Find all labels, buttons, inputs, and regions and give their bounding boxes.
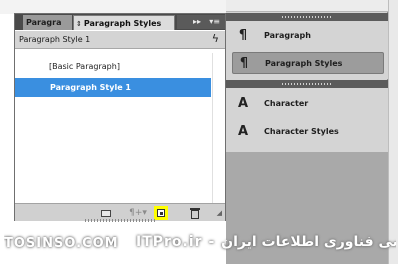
docked-panels: ¶ Paragraph ¶ Paragraph Styles A Charact… bbox=[226, 0, 398, 264]
dock-item-label: Paragraph bbox=[264, 31, 311, 40]
dock-item-character[interactable]: A Character bbox=[232, 93, 384, 115]
style-item-paragraph-style-1[interactable]: Paragraph Style 1 bbox=[15, 78, 211, 97]
folder-icon[interactable] bbox=[99, 207, 113, 219]
tab-bar-controls: ▸▸ ▾≡ bbox=[177, 15, 225, 29]
dock-item-label: Character Styles bbox=[264, 127, 339, 136]
dock-group-separator[interactable] bbox=[226, 13, 388, 21]
dock-edge-strip bbox=[388, 0, 398, 264]
character-styles-icon: A bbox=[237, 124, 249, 139]
dock-group-character: A Character A Character Styles bbox=[226, 88, 388, 152]
panel-menu-icon[interactable]: ▾≡ bbox=[209, 17, 220, 27]
current-style-label: Paragraph Style 1 bbox=[19, 35, 91, 44]
dock-item-character-styles[interactable]: A Character Styles bbox=[232, 121, 384, 143]
grip-dots bbox=[282, 16, 332, 18]
dock-group-separator[interactable] bbox=[226, 80, 388, 88]
panel-tab-bar: Paragra ⇕ Paragraph Styles ▸▸ ▾≡ bbox=[15, 14, 225, 30]
dock-top-strip bbox=[226, 0, 388, 12]
grip-dots bbox=[282, 83, 332, 85]
tab-paragraph[interactable]: Paragra bbox=[23, 15, 72, 30]
clear-overrides-icon[interactable]: ¶+▾ bbox=[125, 207, 151, 219]
trash-icon[interactable] bbox=[189, 207, 201, 219]
dock-group-paragraph: ¶ Paragraph ¶ Paragraph Styles bbox=[226, 21, 388, 79]
create-style-lightning-icon[interactable]: ϟ bbox=[212, 32, 219, 45]
tab-paragraph-styles-label: Paragraph Styles bbox=[83, 19, 162, 28]
style-item-basic-paragraph[interactable]: [Basic Paragraph] bbox=[15, 57, 211, 76]
dock-item-paragraph[interactable]: ¶ Paragraph bbox=[232, 25, 384, 47]
watermark-right: ITPro.ir - انجمن تخصصی فناوری اطلاعات ای… bbox=[136, 234, 396, 250]
folder-shape bbox=[101, 210, 111, 217]
trash-can bbox=[191, 210, 199, 219]
watermark-left: TOSINSO.COM bbox=[4, 236, 119, 251]
dock-item-label: Character bbox=[264, 99, 309, 108]
panel-content: Paragraph Style 1 ϟ [Basic Paragraph] Pa… bbox=[15, 30, 225, 204]
scrollbar[interactable] bbox=[212, 53, 224, 203]
character-icon: A bbox=[237, 96, 249, 111]
paragraph-styles-icon: ¶ bbox=[239, 56, 249, 71]
dock-item-label: Paragraph Styles bbox=[265, 59, 343, 68]
updown-arrow-icon: ⇕ bbox=[76, 20, 82, 28]
pilcrow-icon: ¶ bbox=[238, 28, 248, 43]
dock-item-paragraph-styles[interactable]: ¶ Paragraph Styles bbox=[232, 52, 384, 74]
panel-grip[interactable] bbox=[85, 219, 155, 222]
new-style-icon[interactable] bbox=[154, 206, 168, 220]
tab-paragraph-styles[interactable]: ⇕ Paragraph Styles bbox=[73, 15, 175, 30]
paragraph-styles-panel: Paragra ⇕ Paragraph Styles ▸▸ ▾≡ Paragrap… bbox=[14, 13, 226, 222]
current-style-row: Paragraph Style 1 ϟ bbox=[15, 31, 225, 49]
panel-bottom-bar: ¶+▾ ◢ bbox=[15, 203, 225, 222]
new-style-shape bbox=[157, 209, 165, 217]
collapse-panel-icon[interactable]: ▸▸ bbox=[193, 17, 201, 27]
resize-grip-icon[interactable]: ◢ bbox=[217, 209, 222, 217]
dock-column: ¶ Paragraph ¶ Paragraph Styles A Charact… bbox=[226, 0, 388, 152]
watermark: TOSINSO.COM ITPro.ir - انجمن تخصصی فناور… bbox=[4, 228, 396, 258]
